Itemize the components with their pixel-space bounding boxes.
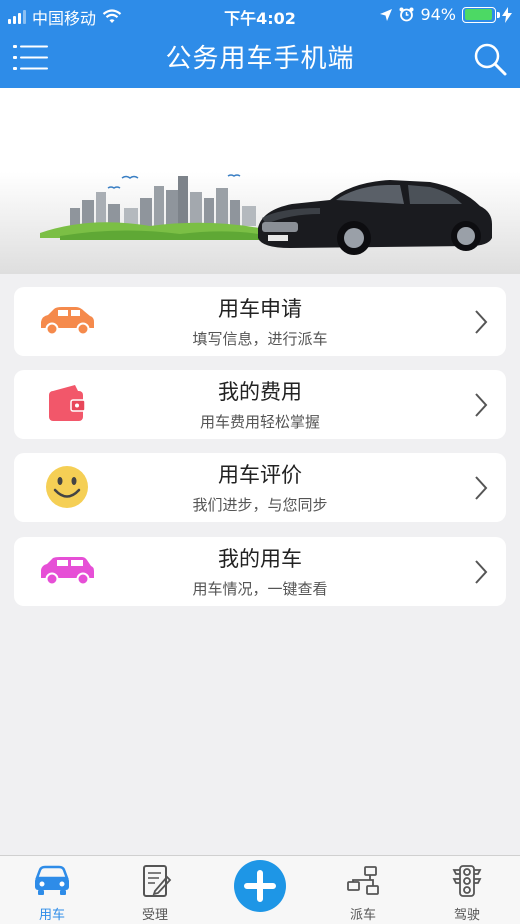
status-bar: 中国移动 下午4:02 94% [0,0,520,30]
plus-icon [244,870,276,902]
add-button[interactable] [234,860,286,912]
tab-dispatch[interactable]: 派车 [323,856,403,924]
card-my-expenses[interactable]: 我的费用 用车费用轻松掌握 [14,370,506,439]
tab-label: 驾驶 [453,908,480,923]
car-illustration [258,180,492,255]
document-edit-icon [143,865,172,897]
card-title: 我的用车 [218,547,302,571]
card-title: 用车申请 [218,297,302,321]
navigation-bar: 公务用车手机端 [0,30,520,88]
card-my-car-usage[interactable]: 我的用车 用车情况，一键查看 [14,537,506,606]
tab-bar: 用车 受理 派车 驾驶 [0,855,520,924]
chevron-right-icon [475,393,488,417]
chevron-right-icon [475,476,488,500]
card-car-request[interactable]: 用车申请 填写信息，进行派车 [14,287,506,356]
card-car-rating[interactable]: 用车评价 我们进步，与您同步 [14,453,506,522]
card-subtitle: 我们进步，与您同步 [192,496,328,514]
chevron-right-icon [475,310,488,334]
city-skyline [70,176,256,226]
card-title: 我的费用 [218,380,302,404]
card-subtitle: 用车费用轻松掌握 [199,413,320,431]
location-arrow-icon [380,8,393,21]
search-icon[interactable] [472,41,508,77]
banner-image [0,88,520,274]
tab-label: 受理 [141,908,168,923]
alarm-clock-icon [399,7,414,22]
page-title: 公务用车手机端 [165,44,355,74]
card-subtitle: 填写信息，进行派车 [192,330,328,348]
battery-icon [462,6,500,23]
battery-percent: 94% [420,5,456,24]
card-subtitle: 用车情况，一键查看 [192,580,328,598]
car-front-icon [35,865,69,895]
dispatch-network-icon [347,866,379,895]
tab-accept[interactable]: 受理 [115,856,195,924]
traffic-light-icon [452,865,482,897]
chevron-right-icon [475,560,488,584]
tab-driving[interactable]: 驾驶 [427,856,507,924]
charging-bolt-icon [502,6,512,23]
card-title: 用车评价 [218,463,302,487]
tab-car[interactable]: 用车 [12,856,92,924]
tab-label: 派车 [349,908,376,923]
tab-label: 用车 [38,908,65,923]
